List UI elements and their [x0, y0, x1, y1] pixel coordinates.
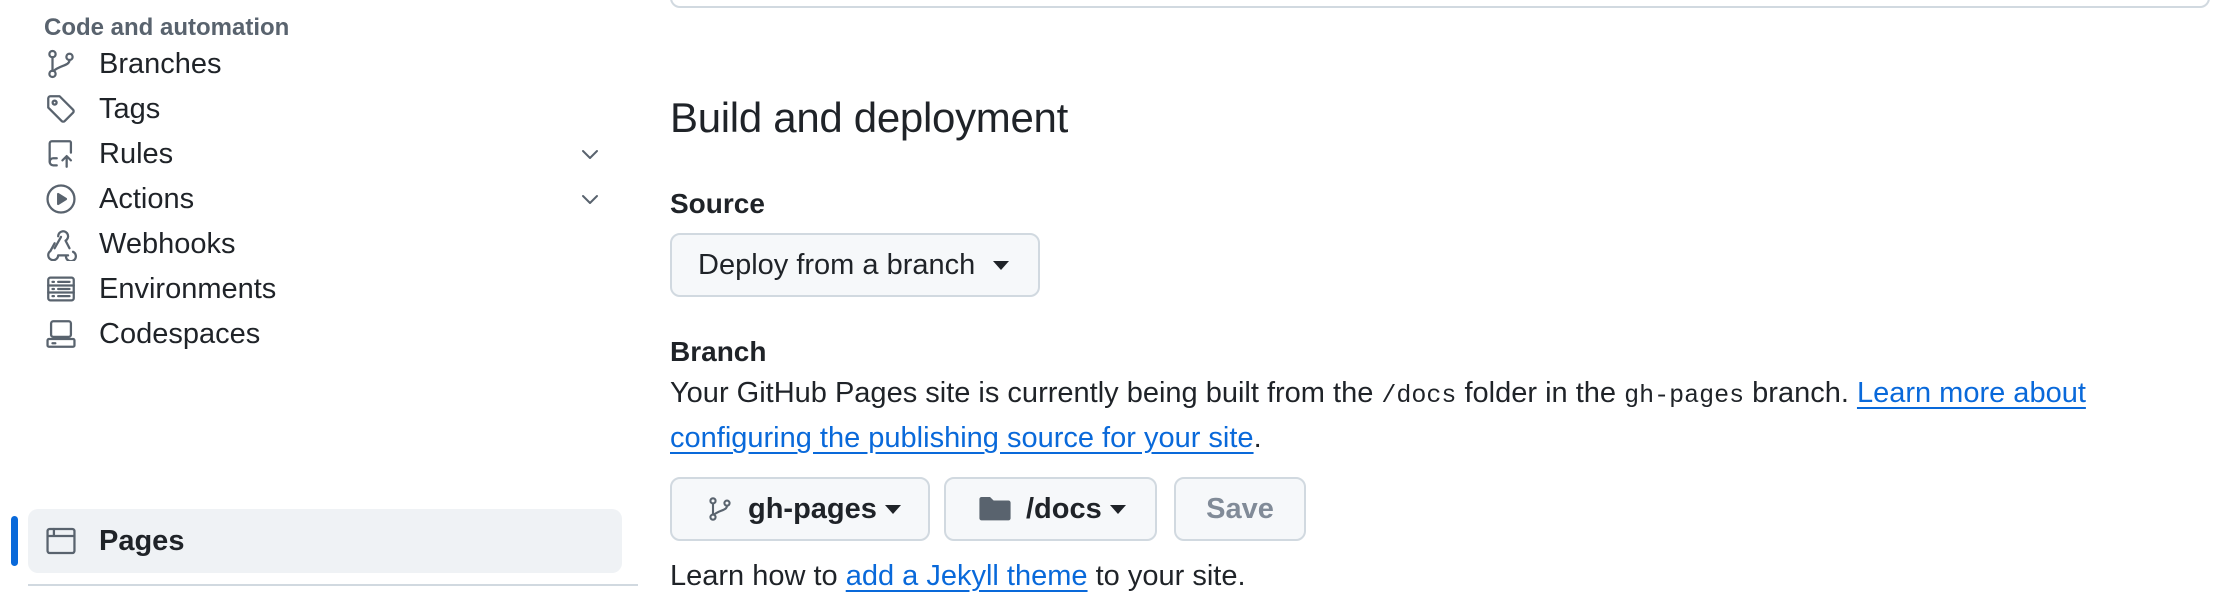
source-label: Source — [670, 188, 765, 219]
hint-text: to your site. — [1087, 560, 1246, 592]
sidebar-divider — [28, 584, 638, 586]
settings-page: Code and automation Branches Tags Rules … — [0, 0, 2230, 596]
active-indicator — [11, 516, 18, 566]
previous-section-box — [670, 0, 2210, 8]
branch-label: Branch — [670, 336, 767, 367]
sidebar-item-label: Environments — [99, 272, 277, 305]
description-text: . — [1253, 422, 1262, 454]
settings-sidebar: Code and automation Branches Tags Rules … — [0, 0, 640, 596]
sidebar-item-label: Webhooks — [99, 227, 236, 260]
caret-down-icon — [993, 260, 1010, 270]
folder-select-button[interactable]: /docs — [944, 477, 1157, 541]
sidebar-item-label: Actions — [99, 182, 195, 215]
save-button[interactable]: Save — [1174, 477, 1306, 541]
description-text: Your GitHub Pages site is currently bein… — [670, 377, 1382, 409]
branch-select-button[interactable]: gh-pages — [670, 477, 930, 541]
codespaces-icon — [43, 316, 79, 352]
description-text: folder in the — [1456, 377, 1625, 409]
save-button-label: Save — [1206, 492, 1274, 525]
caret-down-icon — [1109, 504, 1126, 514]
hint-text: Learn how to — [670, 560, 846, 592]
sidebar-item-label: Pages — [99, 524, 185, 557]
folder-select-value: /docs — [1026, 492, 1102, 525]
section-title: Build and deployment — [670, 94, 1068, 141]
folder-icon — [978, 494, 1012, 524]
browser-icon — [43, 523, 79, 559]
pages-settings-main: Build and deployment Source Deploy from … — [670, 0, 2210, 596]
chevron-down-icon[interactable] — [574, 183, 606, 215]
sidebar-item-label: Branches — [99, 47, 222, 80]
jekyll-hint: Learn how to add a Jekyll theme to your … — [670, 560, 1246, 593]
chevron-down-icon[interactable] — [574, 138, 606, 170]
folder-code: /docs — [1381, 381, 1457, 410]
git-branch-icon — [706, 495, 734, 523]
sidebar-item-label: Codespaces — [99, 317, 261, 350]
source-dropdown[interactable]: Deploy from a branch — [670, 233, 1040, 297]
description-text: branch. — [1744, 377, 1857, 409]
branch-code: gh-pages — [1624, 381, 1745, 410]
caret-down-icon — [884, 504, 901, 514]
branch-description: Your GitHub Pages site is currently bein… — [670, 372, 2190, 459]
sidebar-item-label: Rules — [99, 137, 174, 170]
sidebar-item-label: Tags — [99, 92, 161, 125]
branch-select-value: gh-pages — [748, 492, 877, 525]
source-dropdown-value: Deploy from a branch — [698, 248, 976, 281]
sidebar-item-pages[interactable]: Pages — [28, 509, 622, 573]
sidebar-item-codespaces[interactable]: Codespaces — [28, 302, 622, 366]
jekyll-theme-link[interactable]: add a Jekyll theme — [846, 560, 1088, 592]
